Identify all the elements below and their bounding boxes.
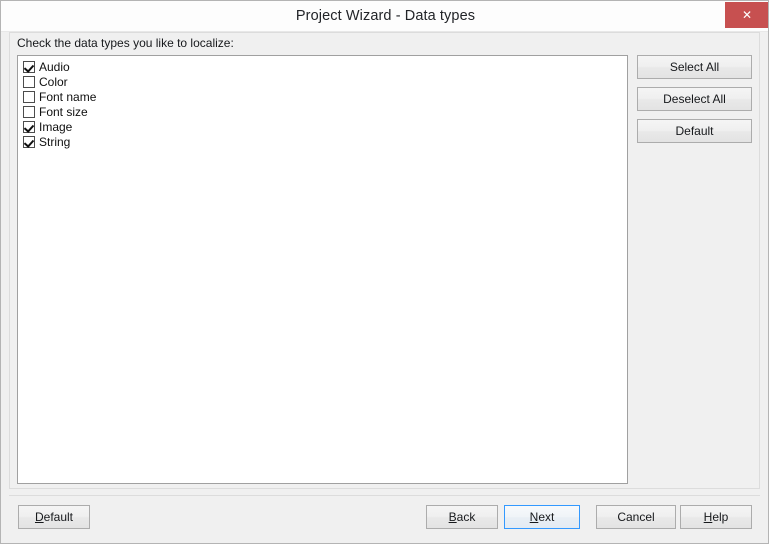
list-item[interactable]: Font size	[23, 104, 627, 119]
list-item-label: Font size	[39, 104, 88, 119]
list-item-label: Font name	[39, 89, 97, 104]
instruction-label: Check the data types you like to localiz…	[17, 36, 234, 50]
back-button[interactable]: Back	[426, 505, 498, 529]
next-button[interactable]: Next	[504, 505, 580, 529]
list-item[interactable]: Font name	[23, 89, 627, 104]
list-item-label: Audio	[39, 59, 70, 74]
cancel-button-label: Cancel	[617, 510, 655, 524]
default-button[interactable]: Default	[18, 505, 90, 529]
list-item-label: Image	[39, 119, 73, 134]
checklist-items: Audio Color Font name Font size Image St	[18, 56, 627, 149]
checkbox-color[interactable]	[23, 75, 35, 88]
window-title: Project Wizard - Data types	[295, 8, 476, 24]
select-all-button[interactable]: Select All	[637, 55, 752, 79]
list-item-label: String	[39, 134, 71, 149]
data-types-listbox[interactable]: Audio Color Font name Font size Image St	[17, 55, 628, 484]
default-side-button[interactable]: Default	[637, 119, 752, 143]
title-bar: Project Wizard - Data types ✕	[1, 1, 768, 32]
default-button-label: efault	[43, 510, 74, 524]
checkbox-string[interactable]	[23, 135, 35, 148]
cancel-button[interactable]: Cancel	[596, 505, 676, 529]
close-icon: ✕	[741, 8, 753, 22]
checkbox-audio[interactable]	[23, 60, 35, 73]
footer-separator	[9, 495, 760, 496]
help-button-label: elp	[712, 510, 729, 524]
checkbox-font-name[interactable]	[23, 90, 35, 103]
list-item[interactable]: Image	[23, 119, 627, 134]
list-item[interactable]: Color	[23, 74, 627, 89]
checkbox-font-size[interactable]	[23, 105, 35, 118]
deselect-all-button[interactable]: Deselect All	[637, 87, 752, 111]
list-item[interactable]: String	[23, 134, 627, 149]
next-button-label: ext	[538, 510, 555, 524]
default-button-mnemonic: D	[34, 510, 44, 524]
dialog-window: Project Wizard - Data types ✕ Check the …	[0, 0, 769, 544]
list-item-label: Color	[39, 74, 68, 89]
close-button[interactable]: ✕	[725, 2, 768, 28]
back-button-mnemonic: B	[448, 510, 457, 524]
list-item[interactable]: Audio	[23, 59, 627, 74]
back-button-label: ack	[456, 510, 476, 524]
checkbox-image[interactable]	[23, 120, 35, 133]
help-button[interactable]: Help	[680, 505, 752, 529]
